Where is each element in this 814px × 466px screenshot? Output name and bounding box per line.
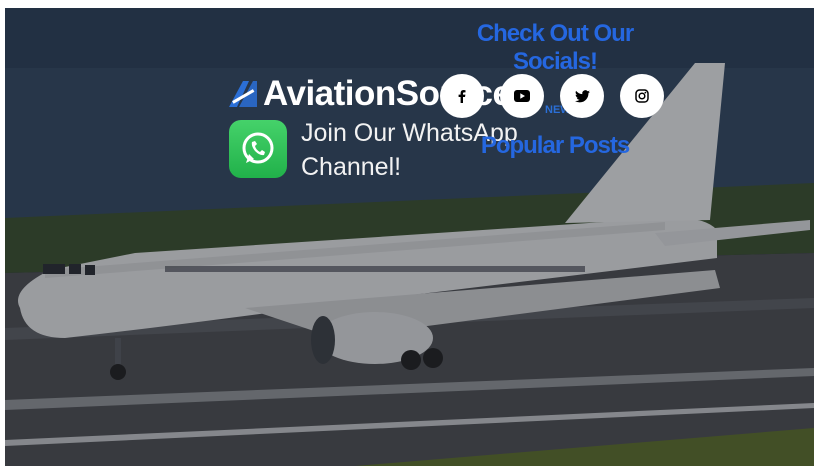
instagram-link[interactable] — [620, 74, 664, 118]
social-links — [440, 74, 664, 118]
youtube-link[interactable] — [500, 74, 544, 118]
youtube-icon — [514, 90, 530, 102]
instagram-icon — [635, 89, 649, 103]
socials-heading: Check Out Our Socials! — [476, 20, 634, 75]
facebook-link[interactable] — [440, 74, 484, 118]
aviationsource-logo-icon — [229, 81, 257, 107]
twitter-link[interactable] — [560, 74, 604, 118]
facebook-icon — [458, 90, 466, 103]
popular-posts-heading: Popular Posts — [480, 132, 630, 159]
twitter-icon — [574, 89, 590, 102]
hero-banner[interactable]: AviationSource NEWS Join Our WhatsApp Ch… — [5, 8, 814, 466]
whatsapp-icon — [229, 120, 287, 178]
